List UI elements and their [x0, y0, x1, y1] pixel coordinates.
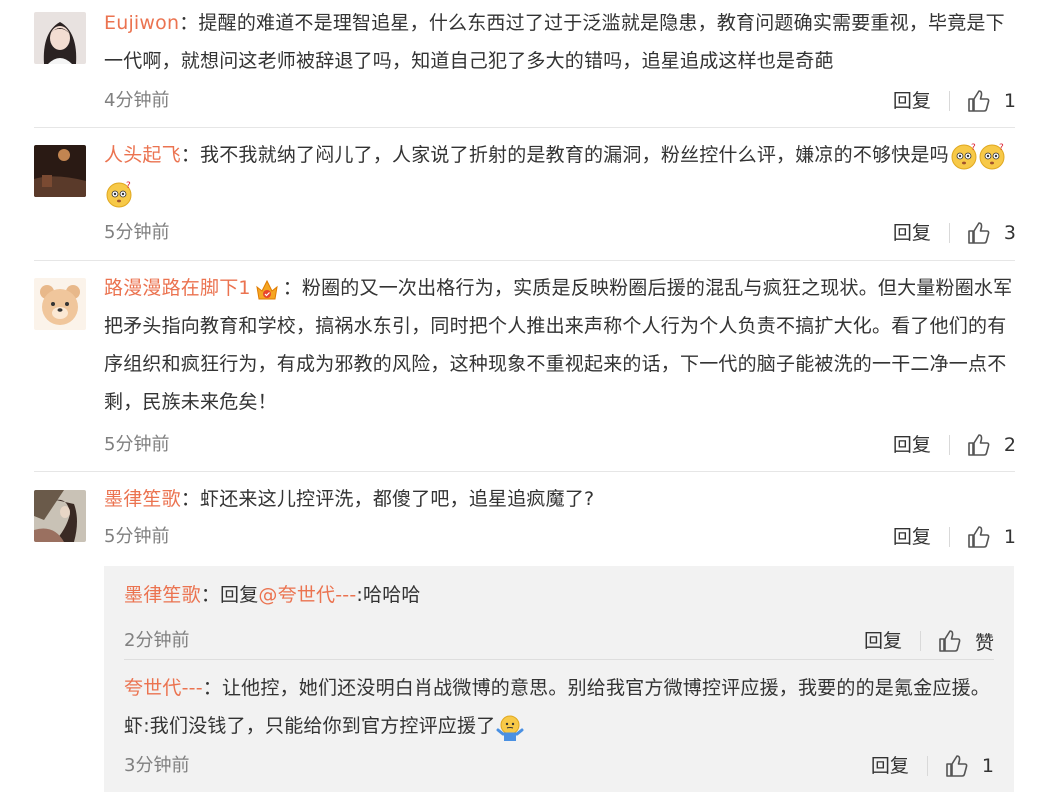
comment-actions: 回复 1	[893, 522, 1016, 552]
reply-author[interactable]: 夸世代---	[124, 677, 203, 699]
avatar[interactable]	[34, 490, 86, 542]
reply-meta: 2分钟前 回复 赞	[124, 626, 994, 656]
reply-item: 墨律笙歌：回复@夸世代---:哈哈哈 2分钟前 回复 赞	[124, 576, 994, 654]
bear-avatar-icon	[34, 278, 86, 330]
reply-button[interactable]: 回复	[864, 626, 902, 656]
svg-text:?: ?	[999, 143, 1004, 153]
thumbs-up-icon	[968, 526, 990, 548]
reply-button[interactable]: 回复	[893, 522, 931, 552]
like-count: 3	[1003, 222, 1016, 244]
comment-content: ：我不我就纳了闷儿了，人家说了折射的是教育的漏洞，粉丝控什么评，嫌凉的不够快是吗	[180, 144, 949, 166]
confused-emoji-icon: ?	[106, 181, 132, 207]
reply-actions: 回复 赞	[864, 626, 994, 656]
thumbs-up-icon	[968, 434, 990, 456]
reply-actions: 回复 1	[871, 751, 994, 781]
like-count: 2	[1003, 434, 1016, 456]
painting-avatar-icon	[34, 490, 86, 542]
comment-text: 路漫漫路在脚下1 ：粉圈的又一次出格行为，实质是反映粉圈后援的混乱与疯狂之现状。但…	[104, 269, 1016, 421]
comment-meta: 4分钟前 回复 1	[104, 86, 1016, 116]
reply-button[interactable]: 回复	[893, 218, 931, 248]
comment-actions: 回复 1	[893, 86, 1016, 116]
reply-content: :哈哈哈	[356, 584, 421, 606]
comment-text: 人头起飞：我不我就纳了闷儿了，人家说了折射的是教育的漏洞，粉丝控什么评，嫌凉的不…	[104, 136, 1016, 212]
reply-prefix: ：回复	[200, 584, 259, 606]
comment-divider	[34, 471, 1015, 472]
confused-emoji-icon: ?	[979, 143, 1005, 169]
comment-actions: 回复 3	[893, 218, 1016, 248]
like-count: 1	[1003, 90, 1016, 112]
like-count: 1	[981, 755, 994, 777]
reply-button[interactable]: 回复	[893, 430, 931, 460]
action-separator	[919, 631, 921, 651]
comment-list: Eujiwon：提醒的难道不是理智追星，什么东西过了过于泛滥就是隐患，教育问题确…	[0, 0, 1039, 800]
like-label: 赞	[974, 631, 994, 654]
svg-text:?: ?	[126, 181, 131, 191]
comment-time: 5分钟前	[104, 222, 170, 243]
reply-button[interactable]: 回复	[871, 751, 909, 781]
avatar[interactable]	[34, 278, 86, 330]
reply-text: 墨律笙歌：回复@夸世代---:哈哈哈	[124, 576, 994, 614]
comment-content: ：虾还来这儿控评洗，都傻了吧，追星追疯魔了?	[180, 488, 595, 510]
comment-author[interactable]: 人头起飞	[104, 144, 181, 166]
like-button[interactable]: 1	[966, 88, 1016, 114]
reply-author[interactable]: 墨律笙歌	[124, 584, 201, 606]
comment-meta: 5分钟前 回复 2	[104, 430, 1016, 460]
reply-button[interactable]: 回复	[893, 86, 931, 116]
fan-crown-badge-icon[interactable]	[253, 275, 281, 303]
comment-text: 墨律笙歌：虾还来这儿控评洗，都傻了吧，追星追疯魔了?	[104, 480, 1016, 518]
thumbs-up-icon	[939, 630, 961, 652]
reply-divider	[124, 659, 994, 660]
reply-item: 夸世代---：让他控，她们还没明白肖战微博的意思。别给我官方微博控评应援，我要的…	[124, 669, 994, 777]
comment-content: ：提醒的难道不是理智追星，什么东西过了过于泛滥就是隐患，教育问题确实需要重视，毕…	[104, 12, 1005, 72]
thumbs-up-icon	[968, 222, 990, 244]
comment-text: Eujiwon：提醒的难道不是理智追星，什么东西过了过于泛滥就是隐患，教育问题确…	[104, 4, 1016, 80]
reply-mention[interactable]: @夸世代---	[258, 584, 356, 606]
reply-time: 3分钟前	[124, 755, 190, 776]
action-separator	[948, 435, 950, 455]
reply-thread: 墨律笙歌：回复@夸世代---:哈哈哈 2分钟前 回复 赞 夸世代---：让他控，…	[104, 566, 1014, 792]
comment-meta: 5分钟前 回复 3	[104, 218, 1016, 248]
avatar[interactable]	[34, 12, 86, 64]
action-separator	[948, 91, 950, 111]
comment-divider	[34, 127, 1015, 128]
comment-author[interactable]: Eujiwon	[104, 12, 179, 34]
svg-text:?: ?	[971, 143, 976, 153]
comment-meta: 5分钟前 回复 1	[104, 522, 1016, 552]
reply-content: ：让他控，她们还没明白肖战微博的意思。别给我官方微博控评应援，我要的的是氪金应援…	[124, 677, 990, 737]
comment-time: 4分钟前	[104, 90, 170, 111]
reply-meta: 3分钟前 回复 1	[124, 751, 994, 781]
confused-emoji-icon: ?	[951, 143, 977, 169]
like-count: 1	[1003, 526, 1016, 548]
like-button[interactable]: 3	[966, 220, 1016, 246]
action-separator	[948, 223, 950, 243]
comment-author[interactable]: 墨律笙歌	[104, 488, 181, 510]
shrug-emoji-icon	[496, 715, 524, 741]
action-separator	[948, 527, 950, 547]
action-separator	[926, 756, 928, 776]
like-button[interactable]: 1	[944, 753, 994, 779]
dark-room-avatar-icon	[34, 145, 86, 197]
thumbs-up-icon	[968, 90, 990, 112]
thumbs-up-icon	[946, 755, 968, 777]
comment-time: 5分钟前	[104, 526, 170, 547]
comment-time: 5分钟前	[104, 434, 170, 455]
like-button[interactable]: 1	[966, 524, 1016, 550]
comment-actions: 回复 2	[893, 430, 1016, 460]
like-button[interactable]: 2	[966, 432, 1016, 458]
avatar[interactable]	[34, 145, 86, 197]
reply-text: 夸世代---：让他控，她们还没明白肖战微博的意思。别给我官方微博控评应援，我要的…	[124, 669, 994, 745]
girl-avatar-icon	[34, 12, 86, 64]
reply-time: 2分钟前	[124, 630, 190, 651]
like-button[interactable]: 赞	[937, 628, 994, 655]
comment-divider	[34, 260, 1015, 261]
comment-author[interactable]: 路漫漫路在脚下1	[104, 277, 251, 299]
